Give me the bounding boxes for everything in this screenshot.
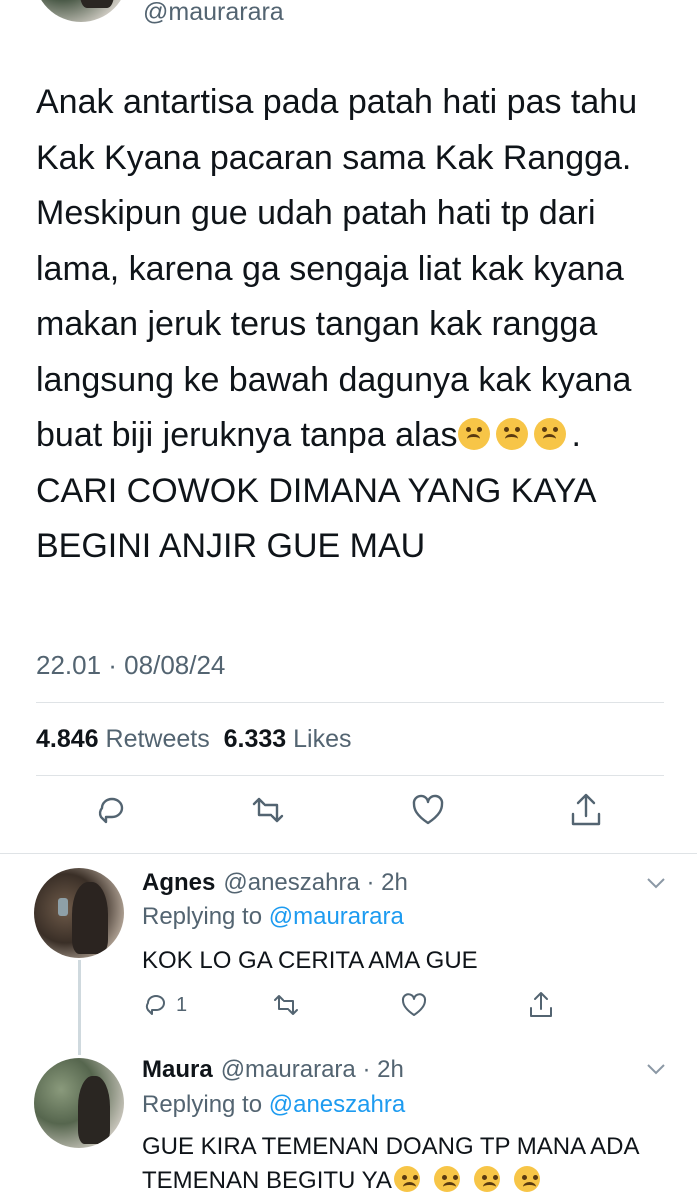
reply-text: GUE KIRA TEMENAN DOANG TP MANA ADA TEMEN… xyxy=(142,1130,652,1198)
tweet-action-bar xyxy=(0,792,697,836)
retweets-count[interactable]: 4.846 xyxy=(36,725,99,753)
retweet-icon xyxy=(274,995,298,1015)
replying-prefix: Replying to xyxy=(142,1091,263,1118)
heart-icon xyxy=(401,993,427,1016)
retweet-button[interactable] xyxy=(250,792,286,828)
retweet-button[interactable] xyxy=(272,990,300,1020)
share-button[interactable] xyxy=(527,990,555,1020)
avatar[interactable] xyxy=(34,868,124,958)
reply-author-handle[interactable]: @aneszahra xyxy=(223,869,359,896)
reply-author-name[interactable]: Agnes xyxy=(142,869,215,896)
share-icon xyxy=(571,793,601,826)
reply-count: 1 xyxy=(176,993,188,1016)
chevron-down-icon[interactable] xyxy=(645,1062,667,1078)
avatar[interactable] xyxy=(34,1058,124,1148)
likes-count[interactable]: 6.333 xyxy=(224,725,287,753)
reply-header: Agnes @aneszahra · 2h xyxy=(142,868,408,898)
tweet-body: Anak antartisa pada patah hati pas tahu … xyxy=(36,83,647,454)
replying-to: Replying to @aneszahra xyxy=(142,1090,405,1120)
chevron-down-icon[interactable] xyxy=(645,876,667,892)
tweet-text: Anak antartisa pada patah hati pas tahu … xyxy=(36,75,661,575)
share-button[interactable] xyxy=(568,792,604,828)
reply-time[interactable]: · 2h xyxy=(362,1056,403,1083)
divider xyxy=(36,775,664,776)
reply-text: KOK LO GA CERITA AMA GUE xyxy=(142,947,478,974)
retweet-icon xyxy=(252,797,284,823)
chevron-down-icon[interactable] xyxy=(637,0,661,6)
crying-face-emoji xyxy=(473,1166,500,1192)
reply-time[interactable]: · 2h xyxy=(366,869,407,896)
tweet-stats: 4.846 Retweets 6.333 Likes xyxy=(36,722,352,756)
like-button[interactable] xyxy=(410,792,446,828)
author-avatar[interactable] xyxy=(34,0,128,22)
divider xyxy=(36,702,664,703)
reply-icon xyxy=(98,797,124,824)
reply-button[interactable]: 1 xyxy=(142,990,187,1020)
upside-down-face-emoji xyxy=(495,418,528,450)
share-icon xyxy=(530,992,552,1017)
replying-prefix: Replying to xyxy=(142,903,263,930)
upside-down-face-emoji xyxy=(533,418,566,450)
reply-icon xyxy=(145,995,165,1015)
replying-to-mention[interactable]: @aneszahra xyxy=(269,1091,405,1118)
reply-button[interactable] xyxy=(94,792,130,828)
author-handle[interactable]: @maurarara xyxy=(143,0,284,28)
reply-header: Maura @maurarara · 2h xyxy=(142,1055,404,1085)
crying-face-emoji xyxy=(393,1166,420,1192)
reply-author-handle[interactable]: @maurarara xyxy=(221,1056,356,1083)
likes-label[interactable]: Likes xyxy=(293,725,351,753)
like-button[interactable] xyxy=(400,990,428,1020)
replying-to-mention[interactable]: @maurarara xyxy=(269,903,404,930)
replying-to: Replying to @maurarara xyxy=(142,902,404,932)
tweet-timestamp[interactable]: 22.01 · 08/08/24 xyxy=(36,648,225,682)
retweets-label[interactable]: Retweets xyxy=(106,725,210,753)
upside-down-face-emoji xyxy=(457,418,490,450)
reply-author-name[interactable]: Maura xyxy=(142,1056,213,1083)
heart-icon xyxy=(412,794,444,825)
reply-text-body: GUE KIRA TEMENAN DOANG TP MANA ADA TEMEN… xyxy=(142,1133,645,1194)
divider xyxy=(0,853,697,854)
crying-face-emoji xyxy=(433,1166,460,1192)
crying-face-emoji xyxy=(513,1166,540,1192)
reply-action-bar: 1 xyxy=(0,990,697,1020)
